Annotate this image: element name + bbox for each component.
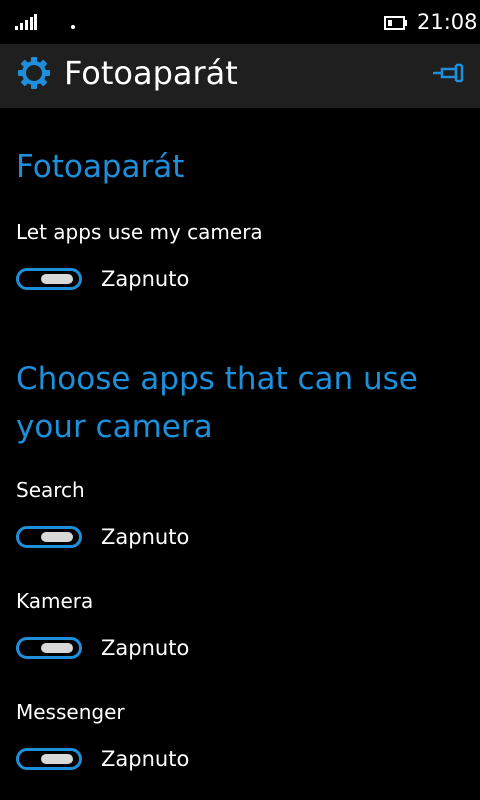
camera-setting-label: Let apps use my camera <box>16 220 263 244</box>
gear-icon <box>18 57 50 89</box>
camera-toggle[interactable] <box>16 268 82 290</box>
toggle-knob <box>41 274 73 284</box>
pin-icon[interactable] <box>432 63 464 83</box>
status-bar: 21:08 <box>0 0 480 44</box>
messenger-toggle[interactable] <box>16 748 82 770</box>
toggle-knob <box>41 643 73 653</box>
toggle-knob <box>41 532 73 542</box>
page-title: Fotoaparát <box>64 54 238 92</box>
apps-section-title-line1: Choose apps that can use <box>16 361 418 397</box>
search-toggle-state: Zapnuto <box>101 525 190 549</box>
kamera-toggle-state: Zapnuto <box>101 636 190 660</box>
apps-section-title-line2: your camera <box>16 409 213 445</box>
search-toggle[interactable] <box>16 526 82 548</box>
battery-icon <box>384 16 407 30</box>
camera-section-title: Fotoaparát <box>16 149 185 185</box>
signal-bars-icon <box>15 14 37 30</box>
status-clock: 21:08 <box>417 10 478 34</box>
kamera-toggle[interactable] <box>16 637 82 659</box>
toggle-knob <box>41 754 73 764</box>
app-label-search: Search <box>16 478 85 502</box>
messenger-toggle-state: Zapnuto <box>101 747 190 771</box>
app-label-kamera: Kamera <box>16 589 94 613</box>
app-label-messenger: Messenger <box>16 700 125 724</box>
camera-toggle-state: Zapnuto <box>101 267 190 291</box>
status-dot-icon <box>71 25 75 29</box>
